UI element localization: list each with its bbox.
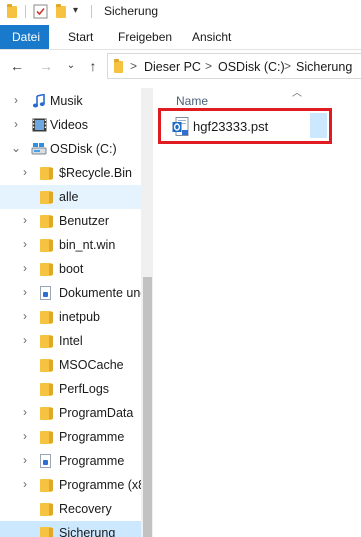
nav-item-programme-x86[interactable]: › Programme (x8 <box>0 473 145 497</box>
nav-item-programme-link[interactable]: › Programme <box>0 449 141 473</box>
expand-chevron-icon[interactable]: › <box>20 238 30 250</box>
nav-item-label: Programme (x8 <box>59 478 146 492</box>
tab-start[interactable]: Start <box>56 25 105 49</box>
nav-item-label: Benutzer <box>59 214 110 228</box>
nav-item-programdata[interactable]: › ProgramData <box>0 401 141 425</box>
drive-icon <box>31 142 47 156</box>
nav-item-label: Musik <box>50 94 83 108</box>
nav-item-label: inetpub <box>59 310 101 324</box>
nav-item-label: Intel <box>59 334 83 348</box>
expand-chevron-icon[interactable]: › <box>20 334 30 346</box>
nav-item-videos[interactable]: › Videos <box>0 113 141 137</box>
nav-item-musik[interactable]: › Musik <box>0 89 141 113</box>
forward-arrow-icon[interactable]: → <box>39 59 53 73</box>
window-title: Sicherung <box>104 4 159 18</box>
nav-item-label: Dokumente und <box>59 286 148 300</box>
toolbar-separator <box>91 5 92 18</box>
up-arrow-icon[interactable]: ↑ <box>86 59 100 73</box>
nav-item-bin-nt-win[interactable]: › bin_nt.win <box>0 233 141 257</box>
nav-item-label: bin_nt.win <box>59 238 116 252</box>
nav-item-label: OSDisk (C:) <box>50 142 117 156</box>
back-arrow-icon[interactable]: ← <box>10 59 24 73</box>
sort-ascending-icon: ︿ <box>292 88 302 99</box>
address-bar[interactable]: > Dieser PC > OSDisk (C:) > Sicherung <box>107 53 361 79</box>
expand-chevron-icon[interactable]: › <box>20 286 30 298</box>
shortcut-folder-icon <box>40 286 51 300</box>
nav-item-osdisk[interactable]: ⌄ OSDisk (C:) <box>0 137 141 161</box>
expand-chevron-icon[interactable]: › <box>20 262 30 274</box>
shortcut-folder-icon <box>40 454 51 468</box>
expand-chevron-icon[interactable]: › <box>20 430 30 442</box>
nav-item-recovery[interactable]: Recovery <box>0 497 141 521</box>
expand-chevron-icon[interactable]: › <box>20 406 30 418</box>
nav-item-label: $Recycle.Bin <box>59 166 132 180</box>
nav-item-label: Sicherung <box>59 526 116 537</box>
expand-chevron-icon[interactable]: › <box>20 310 30 322</box>
nav-item-inetpub[interactable]: › inetpub <box>0 305 141 329</box>
tab-datei[interactable]: Datei <box>0 25 49 49</box>
folder-icon <box>40 239 53 252</box>
tab-freigeben[interactable]: Freigeben <box>106 25 184 49</box>
expand-chevron-icon[interactable]: › <box>20 166 30 178</box>
folder-icon <box>40 479 53 492</box>
nav-item-perflogs[interactable]: PerfLogs <box>0 377 141 401</box>
nav-item-alle[interactable]: alle <box>0 185 141 209</box>
nav-item-benutzer[interactable]: › Benutzer <box>0 209 141 233</box>
folder-icon <box>40 527 53 537</box>
nav-item-recycle-bin[interactable]: › $Recycle.Bin <box>0 161 141 185</box>
folder-icon <box>40 359 53 372</box>
new-folder-icon[interactable] <box>55 4 69 18</box>
nav-item-sicherung[interactable]: Sicherung <box>0 521 141 537</box>
expand-chevron-icon[interactable]: › <box>20 214 30 226</box>
folder-icon <box>40 215 53 228</box>
expand-chevron-icon[interactable]: › <box>11 94 21 106</box>
collapse-chevron-icon[interactable]: ⌄ <box>11 142 21 154</box>
expand-chevron-icon[interactable]: › <box>11 118 21 130</box>
column-header-name[interactable]: Name <box>176 94 208 108</box>
folder-icon <box>40 335 53 348</box>
breadcrumb-osdisk[interactable]: OSDisk (C:) <box>218 60 285 74</box>
folder-icon <box>40 431 53 444</box>
nav-item-boot[interactable]: › boot <box>0 257 141 281</box>
properties-check-icon[interactable] <box>33 4 48 19</box>
nav-item-dokumente[interactable]: › Dokumente und <box>0 281 147 305</box>
breadcrumb-separator: > <box>130 59 138 73</box>
toolbar-separator <box>25 5 26 18</box>
nav-item-label: boot <box>59 262 84 276</box>
nav-item-label: alle <box>59 190 79 204</box>
nav-scrollbar-thumb[interactable] <box>143 277 152 537</box>
folder-icon <box>40 311 53 324</box>
nav-item-label: Programme <box>59 430 125 444</box>
highlight-annotation-box <box>158 108 332 144</box>
music-icon <box>32 93 46 108</box>
folder-icon[interactable] <box>6 4 20 18</box>
breadcrumb-separator: > <box>284 59 292 73</box>
folder-icon <box>40 263 53 276</box>
folder-icon <box>40 191 53 204</box>
nav-item-programme[interactable]: › Programme <box>0 425 141 449</box>
video-icon <box>32 118 47 132</box>
folder-icon <box>40 167 53 180</box>
tab-ansicht[interactable]: Ansicht <box>180 25 243 49</box>
expand-chevron-icon[interactable]: › <box>20 478 30 490</box>
nav-item-label: PerfLogs <box>59 382 110 396</box>
folder-icon <box>114 59 124 73</box>
nav-item-label: MSOCache <box>59 358 124 372</box>
navigation-pane: › Musik › Videos ⌄ OSDisk (C:) › $Recycl… <box>0 86 153 537</box>
breadcrumb-dieser-pc[interactable]: Dieser PC <box>144 60 201 74</box>
customize-toolbar-chevron-icon[interactable]: ▾ <box>73 5 78 16</box>
folder-icon <box>40 383 53 396</box>
nav-item-label: Programme <box>59 454 125 468</box>
nav-item-label: Videos <box>50 118 88 132</box>
nav-item-label: Recovery <box>59 502 112 516</box>
folder-icon <box>40 503 53 516</box>
nav-item-msocache[interactable]: MSOCache <box>0 353 141 377</box>
breadcrumb-sicherung[interactable]: Sicherung <box>296 60 352 74</box>
nav-item-label: ProgramData <box>59 406 134 420</box>
recent-locations-chevron-icon[interactable]: ⌄ <box>64 59 78 73</box>
nav-item-intel[interactable]: › Intel <box>0 329 141 353</box>
breadcrumb-separator: > <box>205 59 213 73</box>
expand-chevron-icon[interactable]: › <box>20 454 30 466</box>
folder-icon <box>40 407 53 420</box>
